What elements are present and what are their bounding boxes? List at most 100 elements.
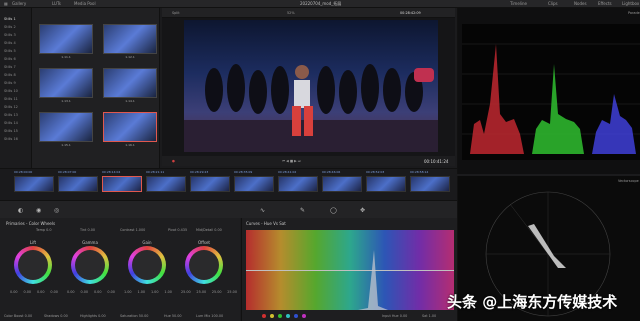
clip-thumbnail[interactable] [410,176,450,192]
clip-thumbnail-selected[interactable] [102,176,142,192]
clip-thumbnail[interactable] [14,176,54,192]
curves-icon[interactable]: ∿ [260,207,265,214]
still-thumbnail-selected[interactable] [103,112,157,142]
stills-album[interactable]: Stills 14 [4,121,18,125]
lift-values[interactable]: 0.00 0.00 0.00 0.00 [10,290,58,294]
video-frame [184,20,438,152]
clip-timecode: 00:28:41:02 [278,170,297,174]
tab-timeline[interactable]: Timeline [510,1,527,6]
stills-album[interactable]: Stills 3 [4,33,16,37]
clip-timecode: 00:28:07:00 [58,170,77,174]
hue-param[interactable]: Hue 50.00 [164,314,182,318]
gamma-wheel[interactable] [71,246,109,284]
clip-thumbnail[interactable] [234,176,274,192]
color-wheels-icon[interactable]: ◎ [54,207,59,214]
clip-thumbnail[interactable] [58,176,98,192]
highlights-param[interactable]: Highlights 0.00 [80,314,106,318]
tracker-icon[interactable]: ✥ [360,207,365,214]
gain-values[interactable]: 1.00 1.00 1.00 1.00 [124,290,172,294]
tab-effects[interactable]: Effects [598,1,612,6]
still-label: 1.14.1 [125,99,135,103]
window-icon[interactable]: ◯ [330,207,337,214]
still-thumbnail[interactable] [39,68,93,98]
still-thumbnail[interactable] [103,24,157,54]
stills-album[interactable]: Stills 8 [4,73,16,77]
offset-label: Offset [197,240,211,245]
clip-timecode: 00:28:29:23 [190,170,209,174]
tab-nodes[interactable]: Nodes [574,1,587,6]
stills-album[interactable]: Stills 9 [4,81,16,85]
still-label: 1.15.1 [61,143,71,147]
shadows-param[interactable]: Shadows 0.00 [44,314,68,318]
stills-album[interactable]: Stills 16 [4,137,18,141]
viewer-zoom[interactable]: 52% [287,11,295,15]
clip-thumbnail[interactable] [322,176,362,192]
gamma-label: Gamma [82,240,98,245]
still-thumbnail[interactable] [39,112,93,142]
primaries-panel: Primaries - Color Wheels Temp 0.0 Tint 0… [0,218,240,321]
gain-wheel[interactable] [128,246,166,284]
play-controls[interactable]: ⏮ ◀ ■ ▶ ⏭ [282,159,301,163]
clip-thumbnail[interactable] [190,176,230,192]
color-swatch-cyan[interactable] [286,314,290,318]
curves-title: Curves - Hue Vs Sat [246,221,286,226]
tab-lightbox[interactable]: Lightbox [622,1,639,6]
mid-detail-param[interactable]: Mid/Detail 0.00 [196,228,222,232]
color-swatch-red[interactable] [262,314,266,318]
still-thumbnail[interactable] [103,68,157,98]
parade-scope [462,24,640,160]
transport-bar: ● ⏮ ◀ ■ ▶ ⏭ 00:10:41:24 [162,156,455,166]
color-boost-param[interactable]: Color Boost 0.00 [4,314,32,318]
lift-label: Lift [29,240,37,245]
stills-album[interactable]: Stills 13 [4,113,18,117]
stills-album[interactable]: Stills 11 [4,97,18,101]
stills-album[interactable]: Stills 5 [4,49,16,53]
color-swatch-yellow[interactable] [270,314,274,318]
stills-album[interactable]: Stills 10 [4,89,18,93]
sat-param[interactable]: Sat 1.00 [422,314,436,318]
hue-vs-sat-graph[interactable] [246,230,454,310]
scope-type-label[interactable]: Parade [628,11,640,15]
lift-wheel[interactable] [14,246,52,284]
offset-values[interactable]: 25.00 25.00 25.00 25.00 [181,290,237,294]
clips-strip: 00:28:00:00 00:28:07:00 00:28:14:04 00:2… [0,168,457,200]
color-swatch-green[interactable] [278,314,282,318]
tint-param[interactable]: Tint 0.00 [80,228,95,232]
gamma-values[interactable]: 0.00 0.00 0.00 0.00 [67,290,115,294]
stills-album[interactable]: Stills 12 [4,105,18,109]
stills-album[interactable]: Stills 15 [4,129,18,133]
color-swatch-magenta[interactable] [302,314,306,318]
viewer-split-label[interactable]: Split [172,11,180,15]
watermark: 头条 @上海东方传媒技术 [447,293,618,311]
stills-album-active[interactable]: Stills 1 [4,17,16,21]
lum-mix-param[interactable]: Lum Mix 100.00 [196,314,223,318]
input-hue-param[interactable]: Input Hue 0.00 [382,314,407,318]
stills-album[interactable]: Stills 2 [4,25,16,29]
still-thumbnail[interactable] [39,24,93,54]
temp-param[interactable]: Temp 0.0 [36,228,52,232]
clip-thumbnail[interactable] [278,176,318,192]
clip-timecode: 00:28:46:06 [322,170,341,174]
stills-album[interactable]: Stills 4 [4,41,16,45]
still-label: 1.11.1 [61,55,71,59]
tab-luts[interactable]: LUTs [52,1,61,6]
stills-list: Stills 1 Stills 2 Stills 3 Stills 4 Stil… [0,8,32,168]
qualifier-icon[interactable]: ✎ [300,207,305,214]
clip-timecode: 00:28:52:03 [366,170,385,174]
clip-thumbnail[interactable] [366,176,406,192]
offset-wheel[interactable] [185,246,223,284]
contrast-param[interactable]: Contrast 1.000 [120,228,145,232]
camera-raw-icon[interactable]: ◐ [18,207,23,214]
saturation-param[interactable]: Saturation 50.00 [120,314,148,318]
color-swatch-blue[interactable] [294,314,298,318]
tab-clips[interactable]: Clips [548,1,558,6]
gallery-icon[interactable]: ▦ [4,1,8,6]
stills-album[interactable]: Stills 6 [4,57,16,61]
stills-album[interactable]: Stills 7 [4,65,16,69]
clip-thumbnail[interactable] [146,176,186,192]
tab-gallery[interactable]: Gallery [12,1,26,6]
tab-media-pool[interactable]: Media Pool [74,1,96,6]
record-icon[interactable]: ● [172,159,175,163]
color-match-icon[interactable]: ◉ [36,207,41,214]
pivot-param[interactable]: Pivot 0.435 [168,228,187,232]
